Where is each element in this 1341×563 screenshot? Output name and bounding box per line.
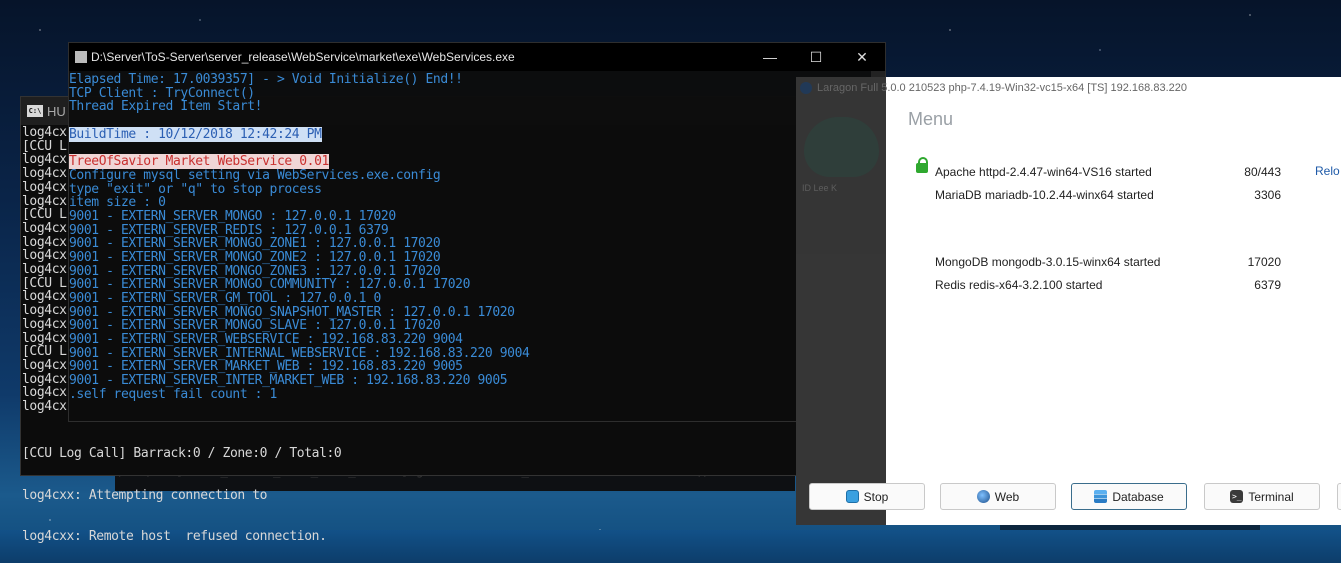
service-redis: Redis redis-x64-3.2.100 started: [935, 278, 1103, 292]
console-line: 9001 - EXTERN_SERVER_MONGO_ZONE2 : 127.0…: [69, 249, 441, 265]
database-icon: [1094, 490, 1108, 503]
log-prefix: log4cx: [22, 248, 67, 264]
log-prefix: log4cx: [22, 152, 67, 168]
terminal-icon: >_: [1230, 490, 1244, 503]
service-mariadb: MariaDB mariadb-10.2.44-winx64 started: [935, 188, 1154, 202]
console-line: Thread Expired Item Start!: [69, 99, 263, 115]
terminal-button-label: Terminal: [1248, 489, 1294, 504]
laragon-window[interactable]: ID Lee K Laragon Full 5.0.0 210523 php-7…: [796, 77, 1341, 525]
log-prefix: log4cx: [22, 220, 67, 236]
maximize-button[interactable]: ☐: [793, 43, 839, 71]
console-output: Elapsed Time: 17.0039357] - > Void Initi…: [69, 72, 530, 402]
cmd-icon: C:\: [27, 105, 43, 117]
log-line: [CCU Log Call] Barrack:0 / Zone:0 / Tota…: [22, 446, 342, 462]
selected-text: TreeOfSavior Market WebService 0.01: [69, 154, 329, 170]
log-prefix: log4cx: [22, 371, 67, 387]
log-prefix: log4cx: [22, 385, 67, 401]
console-app-icon: [75, 51, 87, 63]
console-line: 9001 - EXTERN_SERVER_MARKET_WEB : 192.16…: [69, 359, 463, 375]
console-line: .self request fail count : 1: [69, 386, 277, 402]
log-prefix: log4cx: [22, 316, 67, 332]
web-button[interactable]: Web: [940, 483, 1056, 510]
selected-text: BuildTime : 10/12/2018 12:42:24 PM: [69, 126, 322, 142]
log-line: log4cxx: Attempting connection to: [22, 487, 268, 503]
port-mariadb: 3306: [1254, 188, 1281, 202]
stop-icon: [845, 490, 859, 503]
laragon-app-icon: [800, 82, 812, 94]
console-line: 9001 - EXTERN_SERVER_MONGO_SNAPSHOT_MAST…: [69, 304, 515, 320]
console-line: 9001 - EXTERN_SERVER_REDIS : 127.0.0.1 6…: [69, 222, 389, 238]
service-mongodb: MongoDB mongodb-3.0.15-winx64 started: [935, 255, 1161, 269]
port-mongodb: 17020: [1247, 255, 1281, 269]
lock-icon: [916, 157, 928, 173]
log-prefix: log4cx: [22, 357, 67, 373]
web-button-label: Web: [994, 489, 1020, 504]
console-line: 9001 - EXTERN_SERVER_GM_TOOL : 127.0.0.1…: [69, 291, 381, 306]
log-line: log4cxx: Remote host refused connection.: [22, 528, 327, 544]
console-line: 9001 - EXTERN_SERVER_MONGO_ZONE3 : 127.0…: [69, 263, 441, 279]
stop-button-label: Stop: [863, 489, 889, 504]
console-line: 9001 - EXTERN_SERVER_INTERNAL_WEBSERVICE…: [69, 345, 530, 361]
log-prefix: [CCU L: [22, 275, 67, 291]
log-prefix: [CCU L: [22, 344, 67, 360]
console-line: 9001 - EXTERN_SERVER_MONGO_SLAVE : 127.0…: [69, 318, 441, 334]
log-prefix: [CCU L: [22, 207, 67, 223]
more-button[interactable]: [1337, 483, 1341, 510]
port-apache: 80/443: [1244, 165, 1281, 179]
log-prefix: log4cx: [22, 303, 67, 319]
console-line: type "exit" or "q" to stop process: [69, 181, 322, 197]
log-prefix: log4cx: [22, 399, 67, 415]
reload-button[interactable]: Relo: [1315, 164, 1340, 178]
database-button[interactable]: Database: [1071, 483, 1187, 510]
laragon-title-text: Laragon Full 5.0.0 210523 php-7.4.19-Win…: [817, 82, 1187, 94]
menu-button[interactable]: Menu: [908, 109, 953, 130]
log-prefix: log4cx: [22, 262, 67, 278]
log-prefix: log4cx: [22, 330, 67, 346]
terminal-button[interactable]: >_ Terminal: [1204, 483, 1320, 510]
log-prefix: log4cx: [22, 166, 67, 182]
hu-console-title: HU: [47, 103, 66, 119]
console-line: Elapsed Time: 17.0039357] - > Void Initi…: [69, 72, 463, 87]
console-line: 9001 - EXTERN_SERVER_MONGO : 127.0.0.1 1…: [69, 208, 396, 224]
log-prefix: log4cx: [22, 179, 67, 195]
webservices-console-window[interactable]: D:\Server\ToS-Server\server_release\WebS…: [68, 42, 886, 422]
console-line: 9001 - EXTERN_SERVER_MONGO_ZONE1 : 127.0…: [69, 236, 441, 252]
console-line: 9001 - EXTERN_SERVER_INTER_MARKET_WEB : …: [69, 373, 508, 389]
console-line: TCP Client : TryConnect(): [69, 85, 255, 101]
user-label: ID Lee K: [802, 183, 838, 193]
console-line: Configure mysql setting via WebServices.…: [69, 167, 441, 183]
log-prefix: log4cx: [22, 125, 67, 140]
log-prefix: log4cx: [22, 234, 67, 250]
hu-console-tail: [CCU Log Call] Barrack:0 / Zone:0 / Tota…: [22, 420, 342, 557]
hu-console-log-prefixes: log4cx [CCU Llog4cx log4cx log4cx log4cx [CCU…: [22, 126, 67, 414]
console-line: 9001 - EXTERN_SERVER_WEBSERVICE : 192.16…: [69, 332, 463, 348]
laragon-title: Laragon Full 5.0.0 210523 php-7.4.19-Win…: [800, 82, 1187, 94]
console-line: BuildTime : 10/12/2018 12:42:24 PM: [69, 126, 529, 142]
close-button[interactable]: ✕: [839, 43, 885, 71]
log-prefix: log4cx: [22, 289, 67, 305]
console-line: item size : 0: [69, 195, 166, 211]
console-line: TreeOfSavior Market WebService 0.01: [69, 154, 529, 170]
window-title: D:\Server\ToS-Server\server_release\WebS…: [91, 50, 515, 64]
log-prefix: log4cx: [22, 193, 67, 209]
globe-icon: [976, 490, 990, 503]
log-prefix: [CCU L: [22, 138, 67, 154]
laragon-sidebar: ID Lee K: [796, 77, 886, 525]
laragon-logo-icon: [804, 117, 879, 177]
console-line: 9001 - EXTERN_SERVER_MONGO_COMMUNITY : 1…: [69, 277, 471, 293]
service-apache: Apache httpd-2.4.47-win64-VS16 started: [935, 165, 1152, 179]
database-button-label: Database: [1112, 489, 1164, 504]
minimize-button[interactable]: —: [747, 43, 793, 71]
webservices-titlebar[interactable]: D:\Server\ToS-Server\server_release\WebS…: [69, 43, 885, 71]
port-redis: 6379: [1254, 278, 1281, 292]
stop-button[interactable]: Stop: [809, 483, 925, 510]
